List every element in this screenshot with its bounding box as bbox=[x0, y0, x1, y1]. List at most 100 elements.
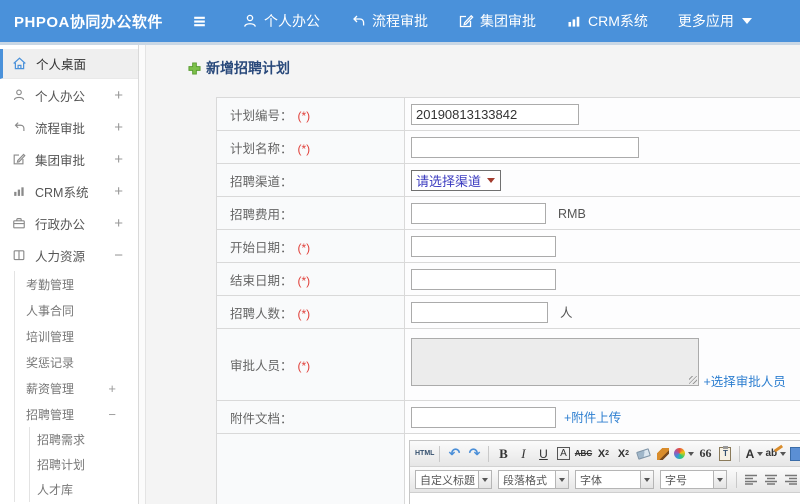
subscript-button[interactable]: X2 bbox=[614, 444, 632, 464]
table-row: 招聘费用： RMB bbox=[216, 196, 800, 230]
background-color-button[interactable] bbox=[788, 444, 800, 464]
sidebar-item-personal-office[interactable]: 个人办公 + bbox=[0, 79, 138, 111]
font-color-button[interactable]: A bbox=[745, 444, 764, 464]
sidebar-item-hr[interactable]: 人力资源 − bbox=[0, 239, 138, 271]
required-mark: (*) bbox=[297, 108, 311, 123]
paragraph-format-value: 段落格式 bbox=[498, 470, 556, 489]
combo-caret-button[interactable] bbox=[641, 470, 654, 489]
required-mark: (*) bbox=[297, 359, 311, 373]
char-border-button[interactable]: A bbox=[557, 447, 570, 460]
sidebar-item-recruit-demand[interactable]: 招聘需求 bbox=[30, 427, 138, 452]
workflow-icon bbox=[12, 120, 26, 134]
expand-toggle[interactable]: + bbox=[114, 119, 123, 136]
select-approvers-link[interactable]: +选择审批人员 bbox=[703, 371, 785, 390]
attachment-input[interactable] bbox=[411, 406, 556, 428]
attachment-label: 附件文档： bbox=[230, 411, 293, 426]
page-title: 新增招聘计划 bbox=[188, 58, 800, 78]
headcount-label: 招聘人数： bbox=[230, 306, 293, 321]
expand-toggle[interactable]: + bbox=[114, 215, 123, 232]
subscript-x: X bbox=[617, 447, 626, 460]
subscript-n: 2 bbox=[625, 450, 630, 457]
collapse-toggle[interactable]: − bbox=[114, 247, 123, 264]
sidebar-item-talent-pool[interactable]: 人才库 bbox=[30, 477, 138, 502]
font-size-select[interactable]: 字号 bbox=[660, 470, 727, 489]
sidebar-item-label: 人力资源 bbox=[35, 249, 86, 264]
sidebar-item-rewards[interactable]: 奖惩记录 bbox=[15, 349, 138, 375]
plan-no-input[interactable] bbox=[411, 103, 579, 125]
sidebar-item-group-approval[interactable]: 集团审批 + bbox=[0, 143, 138, 175]
paste-button[interactable]: T bbox=[716, 444, 734, 464]
redo-button[interactable]: ↷ bbox=[465, 444, 483, 464]
sidebar-item-desktop[interactable]: 个人桌面 bbox=[0, 49, 138, 79]
align-center-button[interactable] bbox=[762, 470, 780, 490]
caret-down-icon bbox=[644, 477, 650, 482]
superscript-button[interactable]: X2 bbox=[594, 444, 612, 464]
combo-caret-button[interactable] bbox=[556, 470, 569, 489]
auto-typeset-button[interactable] bbox=[674, 444, 695, 464]
table-row: 招聘渠道： 请选择渠道 bbox=[216, 163, 800, 197]
plus-icon bbox=[188, 62, 201, 75]
topnav-workflow-approval[interactable]: 流程审批 bbox=[350, 11, 428, 31]
caret-down-icon bbox=[487, 177, 496, 183]
topnav-more-apps[interactable]: 更多应用 bbox=[678, 11, 752, 31]
sidebar-item-recruit-plan[interactable]: 招聘计划 bbox=[30, 452, 138, 477]
expand-toggle[interactable]: + bbox=[114, 87, 123, 104]
sidebar-item-training[interactable]: 培训管理 bbox=[15, 323, 138, 349]
sidebar-toggle-button[interactable] bbox=[182, 13, 216, 30]
resize-handle[interactable] bbox=[689, 376, 697, 384]
undo-button[interactable]: ↶ bbox=[445, 444, 463, 464]
paragraph-format-select[interactable]: 段落格式 bbox=[498, 470, 569, 489]
chart-icon bbox=[566, 13, 582, 29]
expand-toggle[interactable]: + bbox=[114, 151, 123, 168]
editor-content-area[interactable] bbox=[410, 493, 800, 504]
sidebar-item-admin-office[interactable]: 行政办公 + bbox=[0, 207, 138, 239]
expand-toggle[interactable]: + bbox=[108, 381, 116, 396]
sidebar-item-workflow-approval[interactable]: 流程审批 + bbox=[0, 111, 138, 143]
align-right-button[interactable] bbox=[782, 470, 800, 490]
combo-caret-button[interactable] bbox=[714, 470, 727, 489]
html-source-button[interactable]: HTML bbox=[415, 444, 434, 464]
fee-input[interactable] bbox=[411, 202, 546, 224]
italic-button[interactable]: I bbox=[514, 444, 532, 464]
headcount-input[interactable] bbox=[411, 301, 548, 323]
sidebar-item-recruitment[interactable]: 招聘管理 − bbox=[15, 401, 138, 427]
expand-toggle[interactable]: + bbox=[114, 183, 123, 200]
plan-name-input[interactable] bbox=[411, 136, 639, 158]
user-icon bbox=[12, 88, 26, 102]
topnav-group-approval[interactable]: 集团审批 bbox=[458, 11, 536, 31]
sidebar-item-label: 人事合同 bbox=[26, 303, 75, 318]
custom-title-select[interactable]: 自定义标题 bbox=[415, 470, 492, 489]
bold-button[interactable]: B bbox=[494, 444, 512, 464]
end-date-input[interactable] bbox=[411, 268, 556, 290]
topnav-label: 集团审批 bbox=[480, 13, 536, 29]
sidebar-item-hr-contract[interactable]: 人事合同 bbox=[15, 297, 138, 323]
toolbar-separator bbox=[739, 445, 741, 462]
underline-button[interactable]: U bbox=[534, 444, 552, 464]
toolbar-separator bbox=[736, 471, 737, 488]
sidebar-item-attendance[interactable]: 考勤管理 bbox=[15, 271, 138, 297]
superscript-x: X bbox=[597, 447, 606, 460]
table-row: 计划编号： (*) bbox=[216, 97, 800, 131]
remove-format-button[interactable] bbox=[634, 444, 652, 464]
format-painter-button[interactable] bbox=[654, 444, 672, 464]
upload-attachment-link[interactable]: +附件上传 bbox=[564, 411, 621, 425]
combo-caret-button[interactable] bbox=[479, 470, 492, 489]
topnav-label: 更多应用 bbox=[677, 13, 734, 29]
align-left-button[interactable] bbox=[742, 470, 760, 490]
strikethrough-button[interactable]: ABC bbox=[574, 444, 592, 464]
collapse-toggle[interactable]: − bbox=[108, 407, 116, 422]
toolbar-separator bbox=[488, 445, 490, 462]
sidebar-item-label: 奖惩记录 bbox=[26, 355, 75, 370]
sidebar-scrollbar[interactable] bbox=[138, 45, 146, 504]
topnav-personal-office[interactable]: 个人办公 bbox=[242, 11, 320, 31]
start-date-input[interactable] bbox=[411, 235, 556, 257]
highlight-color-button[interactable]: ab bbox=[765, 444, 787, 464]
topnav-crm[interactable]: CRM系统 bbox=[566, 11, 648, 31]
sidebar-item-salary[interactable]: 薪资管理 + bbox=[15, 375, 138, 401]
font-family-select[interactable]: 字体 bbox=[575, 470, 654, 489]
sidebar-item-crm[interactable]: CRM系统 + bbox=[0, 175, 138, 207]
approvers-textarea[interactable] bbox=[411, 338, 699, 386]
blockquote-button[interactable]: 66 bbox=[696, 444, 714, 464]
sidebar-item-label: 流程审批 bbox=[35, 121, 86, 136]
channel-select[interactable]: 请选择渠道 bbox=[411, 169, 502, 191]
